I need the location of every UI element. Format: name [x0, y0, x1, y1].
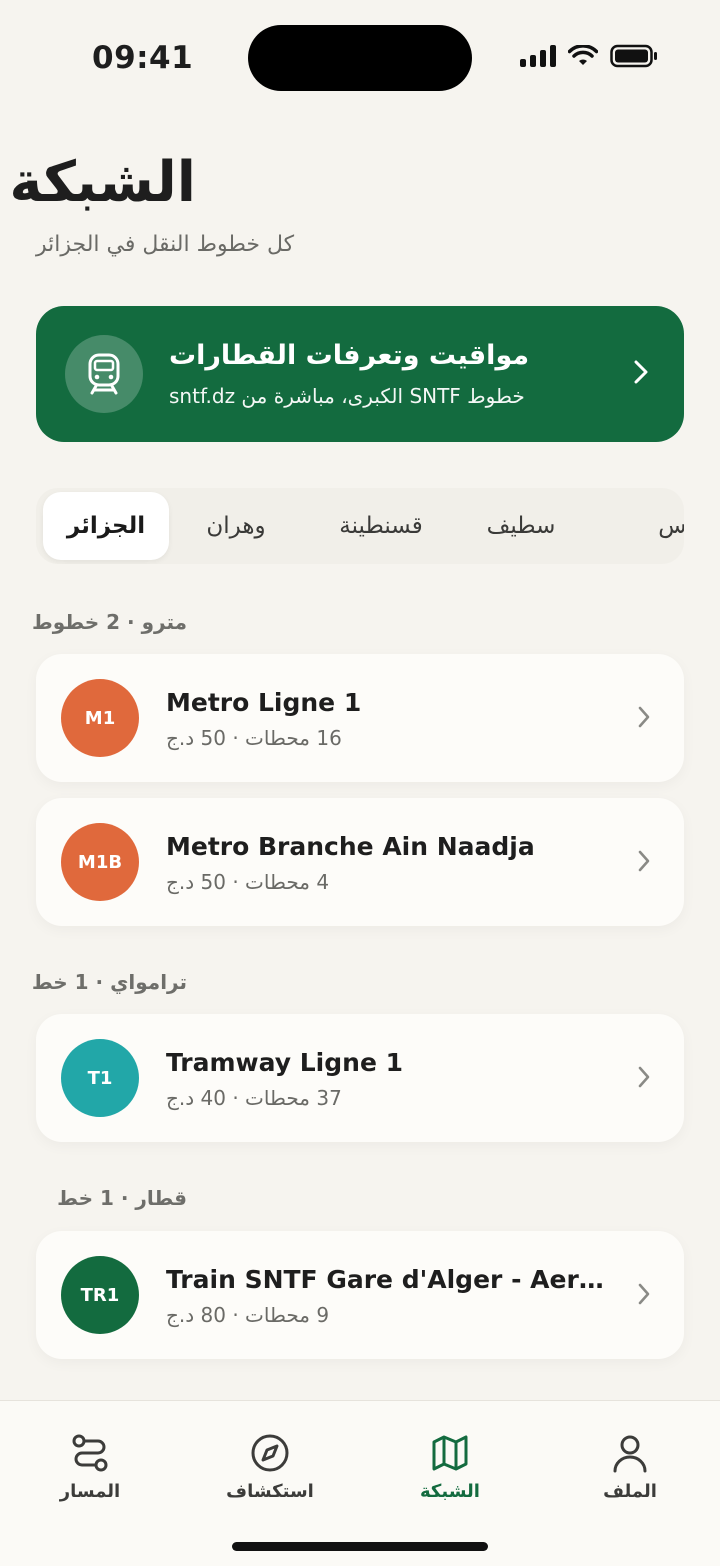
chevron-right-icon [634, 360, 648, 384]
line-badge: TR1 [61, 1256, 139, 1334]
tab-setif[interactable]: سطيف [476, 488, 566, 564]
line-meta: 37 محطات · 40 د.ج [166, 1086, 342, 1110]
line-card-t1[interactable]: T1 Tramway Ligne 1 37 محطات · 40 د.ج [36, 1014, 684, 1142]
chevron-right-icon [638, 1283, 650, 1305]
line-name: Train SNTF Gare d'Alger - Aerop... [166, 1265, 606, 1294]
line-card-m1b[interactable]: M1B Metro Branche Ain Naadja 4 محطات · 5… [36, 798, 684, 926]
line-card-tr1[interactable]: TR1 Train SNTF Gare d'Alger - Aerop... 9… [36, 1231, 684, 1359]
line-meta: 4 محطات · 50 د.ج [166, 870, 330, 894]
route-icon [72, 1434, 108, 1472]
compass-icon [251, 1434, 289, 1472]
map-icon [432, 1435, 468, 1471]
page-subtitle: كل خطوط النقل في الجزائر [36, 232, 295, 257]
nav-label: الشبكة [420, 1481, 480, 1502]
user-icon [613, 1435, 647, 1473]
nav-label: المسار [59, 1481, 121, 1502]
cellular-signal-icon [520, 45, 556, 67]
city-tabs: الجزائر وهران قسنطينة سطيف عباس [36, 488, 684, 564]
tab-sidi-bel-abbes[interactable]: عباس [614, 488, 684, 564]
section-header-train: قطار · 1 خط [57, 1186, 187, 1210]
section-header-tramway: ترامواي · 1 خط [31, 970, 187, 994]
line-badge: T1 [61, 1039, 139, 1117]
wifi-icon [568, 45, 598, 65]
line-name: Metro Branche Ain Naadja [166, 832, 535, 861]
line-name: Tramway Ligne 1 [166, 1048, 403, 1077]
line-meta: 9 محطات · 80 د.ج [166, 1303, 330, 1327]
home-indicator [232, 1542, 488, 1551]
banner-title: مواقيت وتعرفات القطارات [169, 340, 530, 371]
banner-subtitle: خطوط SNTF الكبرى، مباشرة من sntf.dz [169, 384, 525, 408]
tab-constantine[interactable]: قسنطينة [316, 488, 446, 564]
chevron-right-icon [638, 850, 650, 872]
status-time: 09:41 [92, 40, 194, 76]
nav-label: استكشاف [226, 1481, 314, 1502]
tab-oran[interactable]: وهران [186, 488, 286, 564]
line-badge: M1B [61, 823, 139, 901]
line-badge: M1 [61, 679, 139, 757]
nav-item-route[interactable]: المسار [20, 1433, 160, 1502]
chevron-right-icon [638, 706, 650, 728]
page-title: الشبكة [9, 150, 196, 215]
line-meta: 16 محطات · 50 د.ج [166, 726, 342, 750]
train-icon [65, 335, 143, 413]
nav-item-network[interactable]: الشبكة [380, 1433, 520, 1502]
battery-icon [610, 44, 657, 68]
nav-item-profile[interactable]: الملف [560, 1433, 700, 1502]
tab-algiers[interactable]: الجزائر [43, 492, 169, 560]
section-header-metro: مترو · 2 خطوط [31, 610, 187, 634]
nav-label: الملف [603, 1481, 657, 1502]
train-schedules-banner[interactable]: مواقيت وتعرفات القطارات خطوط SNTF الكبرى… [36, 306, 684, 442]
nav-item-explore[interactable]: استكشاف [200, 1433, 340, 1502]
line-card-m1[interactable]: M1 Metro Ligne 1 16 محطات · 50 د.ج [36, 654, 684, 782]
status-icons [520, 44, 658, 68]
chevron-right-icon [638, 1066, 650, 1088]
dynamic-island [248, 25, 472, 91]
line-name: Metro Ligne 1 [166, 688, 362, 717]
